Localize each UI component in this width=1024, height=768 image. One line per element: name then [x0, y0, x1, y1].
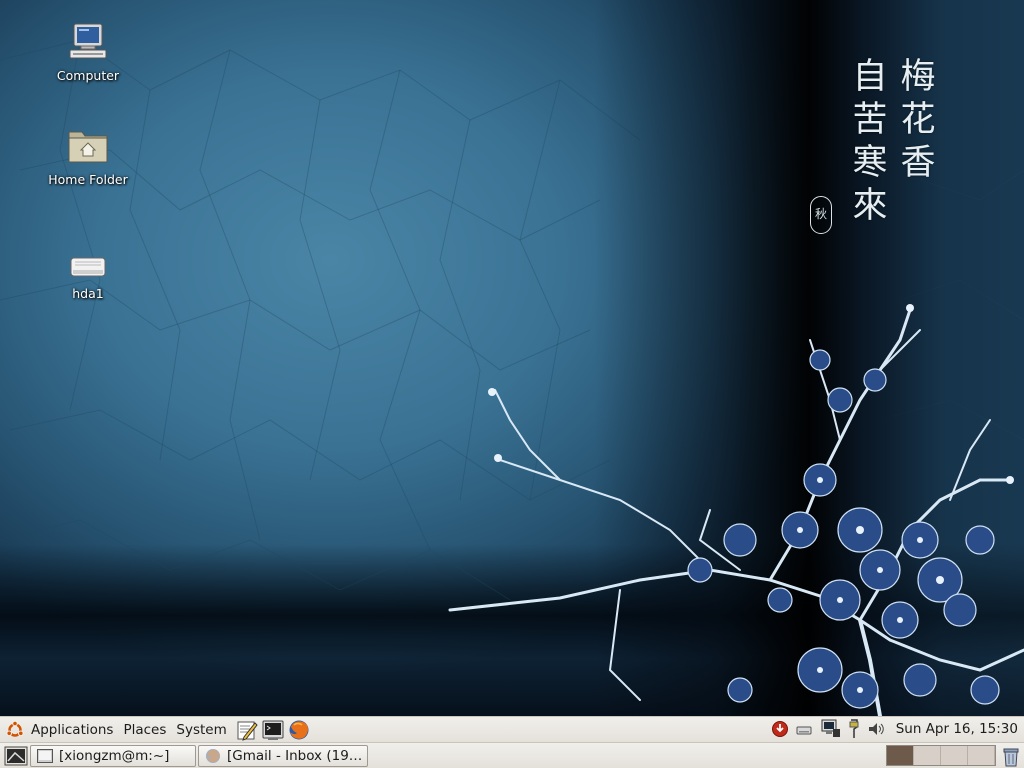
desktop-icon-label: Computer	[56, 68, 120, 83]
taskbar-button-label: [xiongzm@m:~]	[59, 747, 170, 764]
workspace-1[interactable]	[887, 746, 914, 765]
applications-menu[interactable]: Applications	[26, 718, 118, 742]
show-desktop-button[interactable]	[4, 745, 28, 767]
calligraphy-char: 香	[900, 143, 936, 183]
removable-drive-button[interactable]	[795, 720, 813, 738]
calligraphy-column-left: 自 苦 寒 來	[850, 56, 890, 228]
desktop-icon-home-folder[interactable]: Home Folder	[38, 124, 138, 187]
text-editor-icon	[237, 721, 258, 741]
calligraphy-char: 自	[852, 57, 888, 97]
terminal-launcher[interactable]	[262, 719, 284, 741]
workspace-2[interactable]	[914, 746, 941, 765]
firefox-icon	[289, 720, 309, 739]
system-menu[interactable]: System	[171, 718, 231, 742]
taskbar-button-label: [Gmail - Inbox (19…	[227, 747, 363, 764]
show-desktop-icon	[4, 746, 28, 765]
computer-icon	[69, 23, 107, 59]
ubuntu-logo-icon[interactable]	[6, 720, 24, 739]
battery-power-icon	[849, 719, 859, 738]
calligraphy-column-right: 梅 花 香	[898, 56, 938, 185]
notification-area: Sun Apr 16, 15:30	[768, 717, 1024, 741]
network-monitor-icon	[821, 719, 840, 737]
battery-power-button[interactable]	[847, 719, 861, 739]
calligraphy-char: 寒	[852, 143, 888, 183]
places-menu[interactable]: Places	[118, 718, 171, 742]
clock[interactable]: Sun Apr 16, 15:30	[896, 721, 1018, 737]
bottom-panel: [xiongzm@m:~] [Gmail - Inbox (19…	[0, 742, 1024, 768]
drive-icon	[70, 257, 106, 277]
trash-button[interactable]	[1001, 745, 1021, 768]
network-monitor-button[interactable]	[819, 719, 841, 739]
calligraphy-char: 來	[852, 186, 888, 226]
taskbar-button-gmail[interactable]: [Gmail - Inbox (19…	[198, 744, 368, 767]
calligraphy-char: 梅	[900, 57, 936, 97]
terminal-icon	[37, 748, 53, 763]
workspace-4[interactable]	[968, 746, 995, 765]
taskbar-button-terminal[interactable]: [xiongzm@m:~]	[30, 744, 196, 767]
calligraphy-char: 苦	[852, 100, 888, 140]
workspace-3[interactable]	[941, 746, 968, 765]
calligraphy-char: 花	[900, 100, 936, 140]
update-notifier-button[interactable]	[771, 720, 789, 738]
removable-drive-icon	[796, 726, 812, 735]
desktop-icon-label: hda1	[72, 286, 104, 301]
desktop-icon-hda1[interactable]: hda1	[38, 252, 138, 301]
firefox-icon	[205, 748, 221, 764]
seal-stamp: 秋	[810, 196, 832, 234]
desktop: 梅 花 香 自 苦 寒 來 秋 Computer Home Folder hda…	[0, 0, 1024, 716]
text-editor-launcher[interactable]	[236, 719, 258, 741]
plum-blossom-branch-illustration	[448, 304, 1024, 716]
workspace-switcher	[886, 745, 996, 766]
home-folder-icon	[68, 131, 108, 163]
terminal-icon	[262, 720, 284, 740]
trash-icon	[1003, 748, 1019, 767]
top-panel: Applications Places System Sun Apr 16, 1…	[0, 716, 1024, 742]
update-notifier-icon	[771, 721, 788, 737]
volume-icon	[868, 723, 884, 735]
firefox-launcher[interactable]	[288, 719, 310, 741]
volume-button[interactable]	[867, 720, 887, 738]
desktop-icon-computer[interactable]: Computer	[38, 20, 138, 83]
desktop-icon-label: Home Folder	[48, 172, 128, 187]
